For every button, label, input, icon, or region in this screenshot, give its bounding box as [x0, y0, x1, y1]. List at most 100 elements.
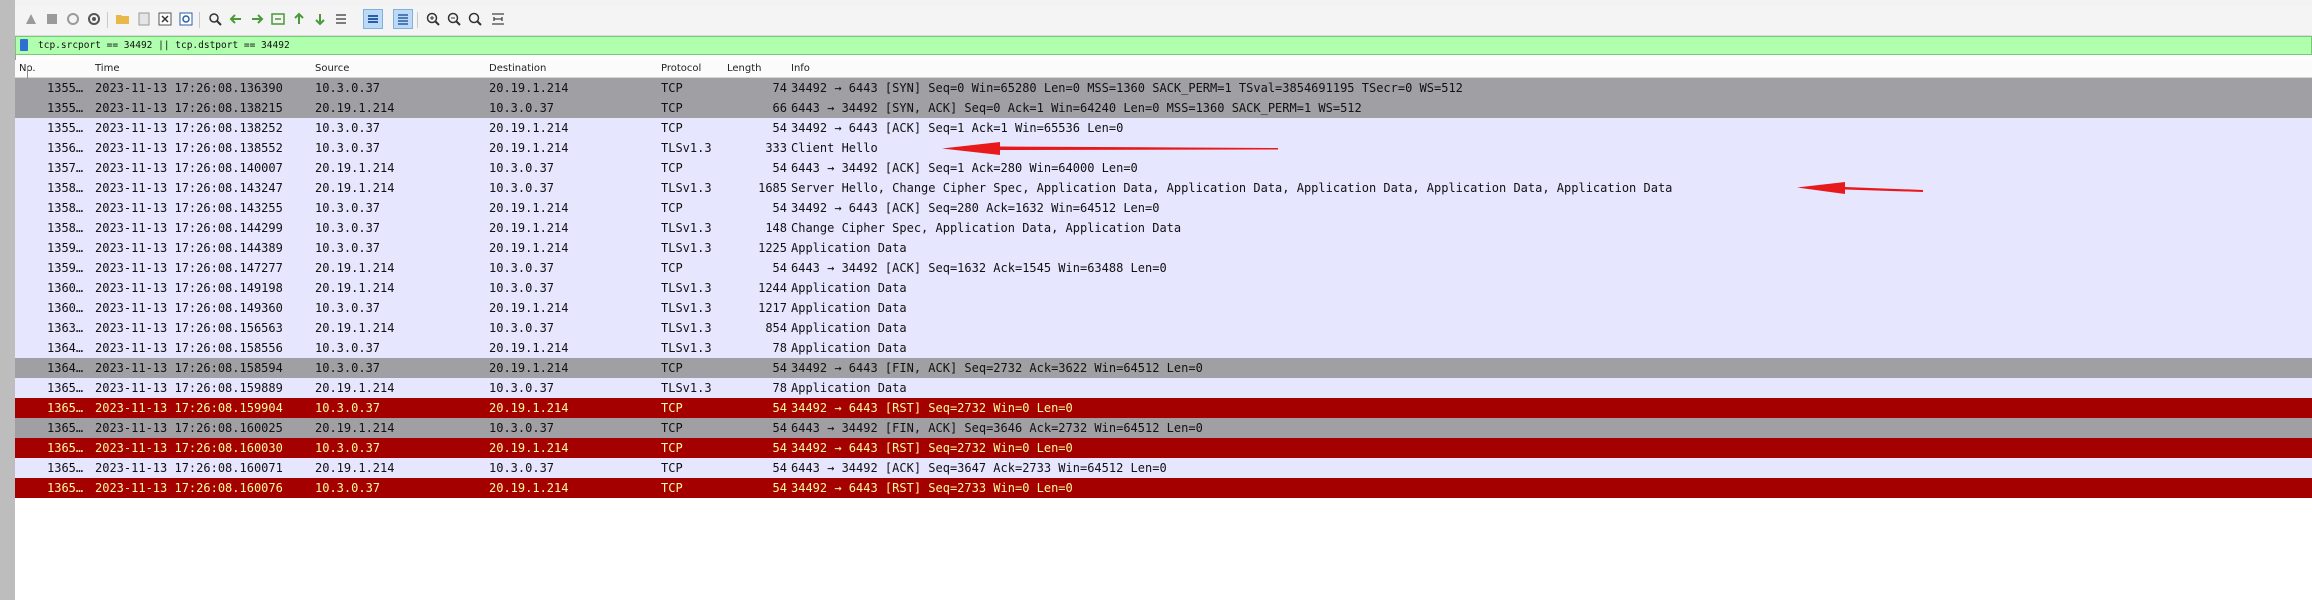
packet-protocol: TLSv1.3 [661, 181, 712, 195]
shark-fin-start-icon[interactable] [21, 9, 41, 29]
packet-destination: 10.3.0.37 [489, 261, 555, 275]
packet-source: 20.19.1.214 [315, 261, 395, 275]
packet-protocol: TLSv1.3 [661, 241, 712, 255]
packet-row[interactable]: 1365… 2023-11-13 17:26:08.160071 20.19.1.2… [15, 458, 2312, 478]
packet-protocol: TCP [661, 101, 683, 115]
packet-no: 1363… [47, 321, 84, 335]
filter-bookmark-icon[interactable] [20, 39, 28, 51]
packet-source: 10.3.0.37 [315, 241, 381, 255]
packet-row[interactable]: 1355… 2023-11-13 17:26:08.138252 10.3.0.37… [15, 118, 2312, 138]
resize-columns-icon[interactable] [393, 9, 413, 29]
column-header-length[interactable]: Length [727, 60, 762, 77]
packet-row[interactable]: 1365… 2023-11-13 17:26:08.159889 20.19.1.2… [15, 378, 2312, 398]
packet-row[interactable]: 1359… 2023-11-13 17:26:08.147277 20.19.1.2… [15, 258, 2312, 278]
packet-length: 54 [772, 401, 787, 415]
packet-row[interactable]: 1365… 2023-11-13 17:26:08.160076 10.3.0.37… [15, 478, 2312, 498]
zoom-out-icon[interactable] [444, 9, 464, 29]
packet-destination: 20.19.1.214 [489, 481, 569, 495]
packet-no: 1365… [47, 481, 84, 495]
packet-row[interactable]: 1355… 2023-11-13 17:26:08.136390 10.3.0.37… [15, 78, 2312, 98]
packet-list-header: No. Time Source Destination Protocol Len… [15, 60, 2312, 78]
go-forward-icon[interactable] [247, 9, 267, 29]
go-to-packet-icon[interactable] [268, 9, 288, 29]
packet-list-empty-area [15, 498, 2312, 600]
packet-row[interactable]: 1358… 2023-11-13 17:26:08.143247 20.19.1.2… [15, 178, 2312, 198]
packet-source: 20.19.1.214 [315, 161, 395, 175]
packet-protocol: TCP [661, 401, 683, 415]
packet-info: Client Hello [791, 141, 878, 155]
resize-columns-icon[interactable] [488, 9, 508, 29]
packet-row[interactable]: 1365… 2023-11-13 17:26:08.160030 10.3.0.37… [15, 438, 2312, 458]
packet-source: 20.19.1.214 [315, 101, 395, 115]
zoom-in-icon[interactable] [423, 9, 443, 29]
go-first-icon[interactable] [289, 9, 309, 29]
packet-row[interactable]: 1364… 2023-11-13 17:26:08.158556 10.3.0.37… [15, 338, 2312, 358]
display-filter-input[interactable]: tcp.srcport == 34492 || tcp.dstport == 3… [38, 37, 290, 54]
packet-protocol: TCP [661, 441, 683, 455]
packet-row[interactable]: 1365… 2023-11-13 17:26:08.160025 20.19.1.2… [15, 418, 2312, 438]
packet-row[interactable]: 1364… 2023-11-13 17:26:08.158594 10.3.0.37… [15, 358, 2312, 378]
packet-source: 10.3.0.37 [315, 201, 381, 215]
packet-row[interactable]: 1358… 2023-11-13 17:26:08.144299 10.3.0.37… [15, 218, 2312, 238]
open-folder-icon[interactable] [113, 9, 133, 29]
packet-destination: 10.3.0.37 [489, 321, 555, 335]
packet-protocol: TCP [661, 361, 683, 375]
packet-row[interactable]: 1363… 2023-11-13 17:26:08.156563 20.19.1.2… [15, 318, 2312, 338]
go-last-icon[interactable] [310, 9, 330, 29]
packet-length: 54 [772, 261, 787, 275]
packet-destination: 20.19.1.214 [489, 301, 569, 315]
packet-length: 54 [772, 461, 787, 475]
packet-source: 10.3.0.37 [315, 81, 381, 95]
packet-length: 1685 [758, 181, 787, 195]
find-icon[interactable] [205, 9, 225, 29]
packet-row[interactable]: 1360… 2023-11-13 17:26:08.149198 20.19.1.2… [15, 278, 2312, 298]
column-header-source[interactable]: Source [315, 60, 349, 77]
packet-row[interactable]: 1359… 2023-11-13 17:26:08.144389 10.3.0.37… [15, 238, 2312, 258]
stop-icon[interactable] [42, 9, 62, 29]
packet-no: 1358… [47, 201, 84, 215]
capture-options-icon[interactable] [84, 9, 104, 29]
packet-source: 20.19.1.214 [315, 181, 395, 195]
packet-no: 1357… [47, 161, 84, 175]
restart-icon[interactable] [63, 9, 83, 29]
close-file-icon[interactable] [155, 9, 175, 29]
packet-info: Change Cipher Spec, Application Data, Ap… [791, 221, 1182, 235]
packet-protocol: TCP [661, 81, 683, 95]
packet-info: Application Data [791, 241, 907, 255]
annotation-arrow-server-hello [1797, 182, 1923, 194]
packet-length: 54 [772, 161, 787, 175]
packet-row[interactable]: 1365… 2023-11-13 17:26:08.159904 10.3.0.37… [15, 398, 2312, 418]
packet-row[interactable]: 1358… 2023-11-13 17:26:08.143255 10.3.0.37… [15, 198, 2312, 218]
packet-protocol: TLSv1.3 [661, 341, 712, 355]
packet-info: 34492 → 6443 [ACK] Seq=1 Ack=1 Win=65536… [791, 121, 1124, 135]
column-header-info[interactable]: Info [791, 60, 810, 77]
column-header-destination[interactable]: Destination [489, 60, 546, 77]
display-filter-bar[interactable]: tcp.srcport == 34492 || tcp.dstport == 3… [15, 36, 2312, 55]
packet-source: 10.3.0.37 [315, 441, 381, 455]
normal-size-icon[interactable] [465, 9, 485, 29]
packet-info: 34492 → 6443 [RST] Seq=2732 Win=0 Len=0 [791, 441, 1073, 455]
packet-source: 10.3.0.37 [315, 361, 381, 375]
colorize-icon[interactable] [363, 9, 383, 29]
packet-info: Server Hello, Change Cipher Spec, Applic… [791, 181, 1673, 195]
go-back-icon[interactable] [226, 9, 246, 29]
reload-icon[interactable] [176, 9, 196, 29]
packet-destination: 20.19.1.214 [489, 141, 569, 155]
packet-source: 10.3.0.37 [315, 221, 381, 235]
packet-time: 2023-11-13 17:26:08.160076 [95, 481, 283, 495]
packet-length: 74 [772, 81, 787, 95]
packet-info: 6443 → 34492 [FIN, ACK] Seq=3646 Ack=273… [791, 421, 1203, 435]
packet-destination: 20.19.1.214 [489, 121, 569, 135]
column-header-time[interactable]: Time [95, 60, 119, 77]
packet-row[interactable]: 1355… 2023-11-13 17:26:08.138215 20.19.1.2… [15, 98, 2312, 118]
save-file-icon[interactable] [134, 9, 154, 29]
packet-no: 1365… [47, 401, 84, 415]
auto-scroll-icon[interactable] [331, 9, 351, 29]
packet-time: 2023-11-13 17:26:08.159904 [95, 401, 283, 415]
packet-row[interactable]: 1360… 2023-11-13 17:26:08.149360 10.3.0.37… [15, 298, 2312, 318]
packet-time: 2023-11-13 17:26:08.160071 [95, 461, 283, 475]
packet-time: 2023-11-13 17:26:08.158556 [95, 341, 283, 355]
packet-source: 10.3.0.37 [315, 341, 381, 355]
column-header-protocol[interactable]: Protocol [661, 60, 701, 77]
packet-time: 2023-11-13 17:26:08.143247 [95, 181, 283, 195]
